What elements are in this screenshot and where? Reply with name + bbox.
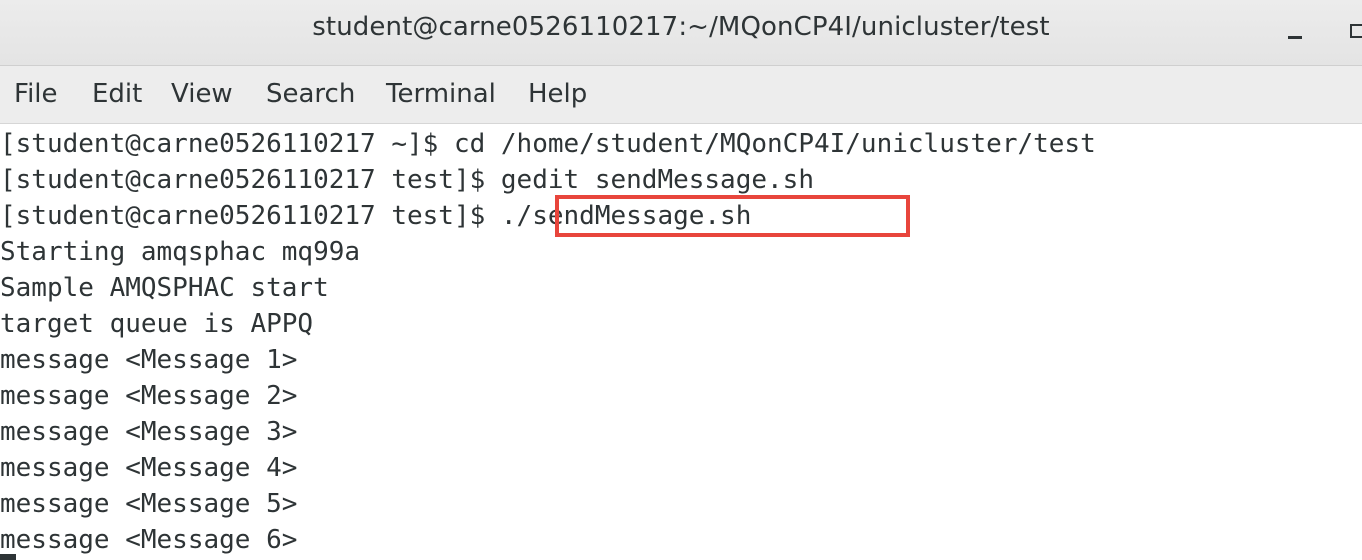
- minimize-button[interactable]: [1280, 18, 1310, 48]
- terminal-line: message <Message 3>: [0, 417, 298, 447]
- maximize-button[interactable]: [1344, 18, 1362, 48]
- terminal-line: message <Message 5>: [0, 489, 298, 519]
- menu-help[interactable]: Help: [528, 79, 587, 109]
- title-bar[interactable]: student@carne0526110217:~/MQonCP4I/unicl…: [0, 0, 1362, 66]
- minimize-icon: [1288, 36, 1302, 39]
- maximize-icon: [1350, 24, 1362, 38]
- menu-search[interactable]: Search: [266, 79, 355, 109]
- terminal-line: [student@carne0526110217 test]$ ./sendMe…: [0, 201, 752, 231]
- terminal-line: [student@carne0526110217 ~]$ cd /home/st…: [0, 129, 1096, 159]
- terminal-cursor: [0, 554, 16, 560]
- terminal-line: Starting amqsphac mq99a: [0, 237, 361, 267]
- window-title: student@carne0526110217:~/MQonCP4I/unicl…: [312, 12, 1050, 42]
- terminal-line: message <Message 2>: [0, 381, 298, 411]
- terminal-line: message <Message 6>: [0, 525, 298, 555]
- terminal-line: message <Message 1>: [0, 345, 298, 375]
- terminal-line: target queue is APPQ: [0, 309, 314, 339]
- menu-bar: File Edit View Search Terminal Help: [0, 66, 1362, 124]
- terminal-line: [student@carne0526110217 test]$ gedit se…: [0, 165, 814, 195]
- menu-file[interactable]: File: [14, 79, 58, 109]
- terminal-output[interactable]: [student@carne0526110217 ~]$ cd /home/st…: [0, 124, 1362, 560]
- menu-edit[interactable]: Edit: [92, 79, 142, 109]
- terminal-window: student@carne0526110217:~/MQonCP4I/unicl…: [0, 0, 1362, 560]
- terminal-line: Sample AMQSPHAC start: [0, 273, 329, 303]
- terminal-line: message <Message 4>: [0, 453, 298, 483]
- menu-view[interactable]: View: [171, 79, 233, 109]
- menu-terminal[interactable]: Terminal: [386, 79, 496, 109]
